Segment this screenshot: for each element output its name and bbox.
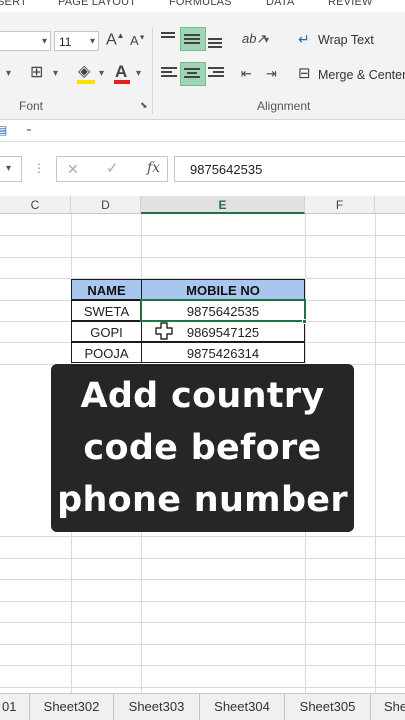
group-divider xyxy=(152,28,153,114)
column-header-c[interactable]: C xyxy=(0,196,71,214)
chevron-down-icon[interactable]: ▾ xyxy=(264,35,269,46)
font-name-dropdown[interactable]: ▾ xyxy=(0,31,51,51)
table-cell-name[interactable]: GOPI xyxy=(71,321,142,342)
align-left-icon[interactable] xyxy=(161,67,179,81)
chevron-down-icon[interactable]: ▾ xyxy=(99,68,104,79)
dialog-launcher-icon[interactable]: ⬊ xyxy=(140,100,148,111)
chevron-down-icon: ▾ xyxy=(6,163,12,174)
sheet-tab[interactable]: Sheet305 xyxy=(285,694,371,720)
gridline xyxy=(0,235,405,236)
table-header-name[interactable]: NAME xyxy=(71,279,142,300)
align-right-icon[interactable] xyxy=(208,67,226,81)
fill-handle[interactable] xyxy=(302,319,307,324)
alignment-group-label: Alignment xyxy=(257,99,311,113)
gridline xyxy=(0,687,405,688)
gridline xyxy=(0,622,405,623)
caption-text: Add country code before phone number xyxy=(57,370,348,526)
gridline xyxy=(0,579,405,580)
column-header-e[interactable]: E xyxy=(141,196,305,214)
caption-line-2: code before xyxy=(83,428,322,468)
gridline xyxy=(0,536,405,537)
cancel-icon[interactable]: ✕ xyxy=(67,162,79,176)
sheet-tab[interactable]: Sheet303 xyxy=(114,694,200,720)
tab-insert[interactable]: SERT xyxy=(0,0,27,8)
merge-center-button[interactable]: Merge & Center xyxy=(318,68,405,82)
gridline xyxy=(0,665,405,666)
chevron-down-icon[interactable]: ▾ xyxy=(53,68,58,79)
name-box[interactable]: ▾ xyxy=(0,156,22,182)
font-color-swatch xyxy=(114,80,130,84)
tab-review[interactable]: REVIEW xyxy=(328,0,373,8)
fill-color-icon[interactable]: ◈ xyxy=(78,64,90,80)
decrease-indent-icon[interactable]: ⇤ xyxy=(241,67,252,80)
sheet-tab-bar: 01 Sheet302 Sheet303 Sheet304 Sheet305 S… xyxy=(0,693,405,720)
shrink-font-icon[interactable]: A▼ xyxy=(130,34,146,47)
chevron-down-icon[interactable]: ▾ xyxy=(6,68,11,79)
caption-line-1: Add country xyxy=(80,376,325,416)
chevron-down-icon: ▾ xyxy=(89,36,95,47)
gridline xyxy=(0,558,405,559)
cross-cursor-icon xyxy=(155,322,173,340)
table-cell-name[interactable]: POOJA xyxy=(71,342,142,363)
column-headers: C D E F xyxy=(0,196,405,214)
sheet-tab[interactable]: 01 xyxy=(0,694,30,720)
ribbon-tabs: SERT PAGE LAYOUT FORMULAS DATA REVIEW xyxy=(0,0,405,12)
enter-icon[interactable]: ✓ xyxy=(106,161,119,176)
table-cell-name[interactable]: SWETA xyxy=(71,300,142,321)
tab-data[interactable]: DATA xyxy=(266,0,295,8)
formula-bar: ▾ ⋮ ✕ ✓ fx 9875642535 xyxy=(0,142,405,196)
align-top-icon[interactable] xyxy=(161,32,179,46)
align-middle-icon xyxy=(184,34,202,48)
table-cell-mobile[interactable]: 9875426314 xyxy=(141,342,305,363)
increase-indent-icon[interactable]: ⇥ xyxy=(266,67,277,80)
customize-toolbar-icon[interactable]: ₌ xyxy=(26,124,32,135)
formula-controls: ✕ ✓ fx xyxy=(56,156,168,182)
font-size-dropdown[interactable]: 11 ▾ xyxy=(54,31,99,51)
font-color-icon[interactable]: A xyxy=(115,63,127,80)
font-size-value: 11 xyxy=(59,35,72,49)
ribbon: ▾ 11 ▾ A▲ A▼ ▾ ⊞ ▾ ◈ ▾ A ▾ Font ⬊ ab↗ ▾ … xyxy=(0,12,405,120)
gridline xyxy=(0,601,405,602)
borders-icon[interactable]: ⊞ xyxy=(30,65,43,81)
align-center-icon xyxy=(184,68,202,82)
chevron-down-icon[interactable]: ▾ xyxy=(136,68,141,79)
wrap-text-button[interactable]: Wrap Text xyxy=(318,33,374,47)
gridline xyxy=(0,644,405,645)
chevron-down-icon: ▾ xyxy=(41,36,47,47)
touch-mode-icon[interactable]: ▤ xyxy=(0,124,7,136)
caption-line-3: phone number xyxy=(57,480,348,520)
column-header-d[interactable]: D xyxy=(71,196,141,214)
sheet-tab[interactable]: Sheet304 xyxy=(200,694,285,720)
sheet-tab[interactable]: Sheet302 xyxy=(30,694,114,720)
fill-color-swatch xyxy=(77,80,95,84)
merge-center-icon: ⊟ xyxy=(298,65,311,82)
gridline xyxy=(0,257,405,258)
column-header-g[interactable] xyxy=(375,196,405,214)
grow-font-icon[interactable]: A▲ xyxy=(106,32,125,48)
active-cell-border xyxy=(140,299,306,322)
sheet-tab[interactable]: She xyxy=(371,694,405,720)
align-bottom-icon[interactable] xyxy=(208,38,226,52)
formula-input[interactable]: 9875642535 xyxy=(174,156,405,182)
font-group-label: Font xyxy=(19,99,44,113)
column-header-f[interactable]: F xyxy=(305,196,375,214)
caption-overlay: Add country code before phone number xyxy=(51,364,354,532)
tab-formulas[interactable]: FORMULAS xyxy=(169,0,232,8)
table-header-mobile[interactable]: MOBILE NO xyxy=(141,279,305,300)
insert-function-icon[interactable]: fx xyxy=(147,161,160,175)
tab-page-layout[interactable]: PAGE LAYOUT xyxy=(58,0,136,8)
more-icon[interactable]: ⋮ xyxy=(33,162,45,174)
quick-access-row: ▤ ₌ xyxy=(0,120,405,142)
wrap-text-icon: ↵ xyxy=(298,31,310,47)
